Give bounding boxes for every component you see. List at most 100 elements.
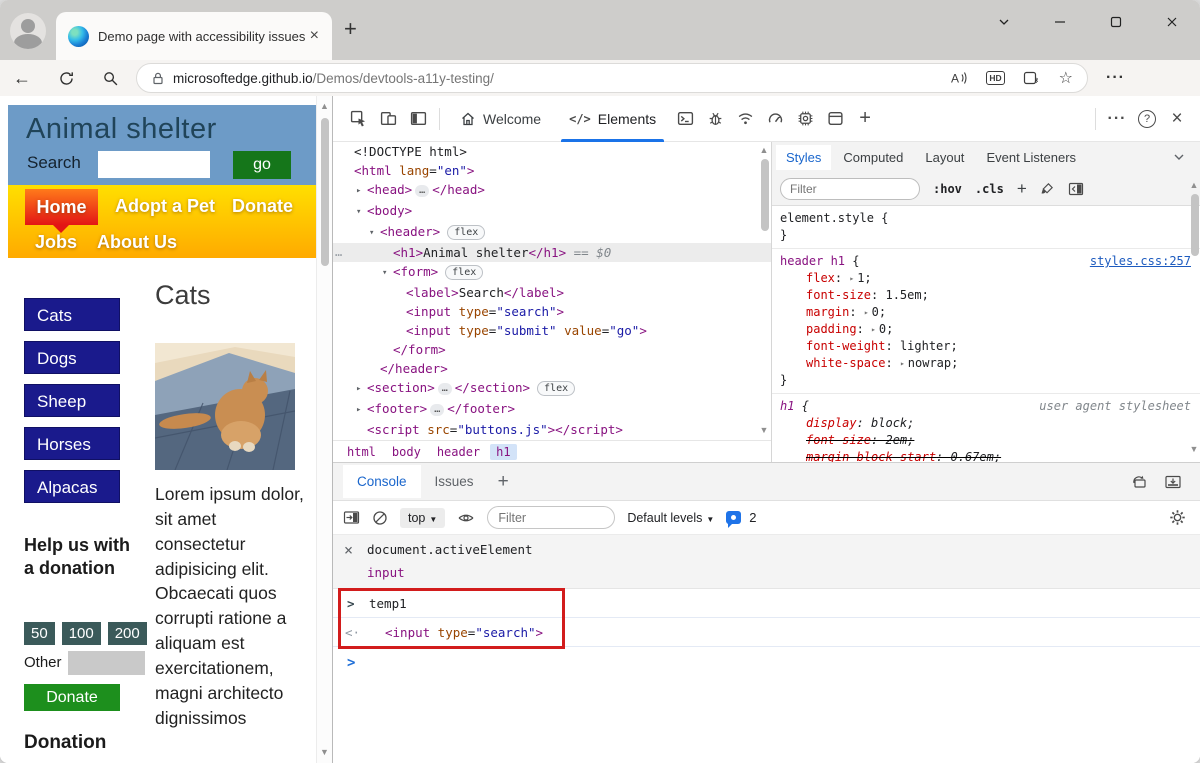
search-icon[interactable] [88,70,132,87]
amount-100-button[interactable]: 100 [62,622,101,645]
tab-issues[interactable]: Issues [421,465,488,498]
address-bar[interactable]: microsoftedge.github.io/Demos/devtools-a… [136,63,1088,93]
console-settings-gear-icon[interactable] [1169,509,1186,526]
console-filter-input[interactable] [487,506,615,529]
memory-chip-icon[interactable] [790,104,820,134]
dom-tree-node[interactable]: </header> [333,359,771,378]
class-toggle[interactable]: .cls [975,182,1004,196]
new-style-rule-icon[interactable]: + [1017,179,1027,199]
dom-tree-node[interactable]: ▾<form>flex [333,262,771,283]
dom-tree-node[interactable]: <label>Search</label> [333,283,771,302]
computed-sidebar-toggle-icon[interactable] [1068,182,1084,196]
context-selector[interactable]: top▼ [400,508,445,528]
rerun-drawer-icon[interactable] [1130,474,1148,490]
flex-badge[interactable]: flex [445,265,483,280]
dom-tree-node[interactable]: </form> [333,340,771,359]
breadcrumb-body[interactable]: body [386,444,427,460]
amount-50-button[interactable]: 50 [24,622,55,645]
flex-badge[interactable]: flex [537,381,575,396]
live-expression-eye-icon[interactable] [457,511,475,525]
collapse-arrow-icon[interactable]: ▾ [356,203,367,222]
hd-badge-icon[interactable]: HD [986,71,1004,85]
elements-scrollbar-thumb[interactable] [761,159,769,231]
tab-computed[interactable]: Computed [833,145,913,170]
devtools-help-icon[interactable]: ? [1132,104,1162,134]
tab-elements[interactable]: </> Elements [555,96,670,142]
breadcrumb-html[interactable]: html [341,444,382,460]
scroll-up-icon[interactable]: ▲ [757,145,771,155]
console-prompt-icon[interactable]: > [347,655,355,671]
dock-side-icon[interactable] [403,104,433,134]
chevron-down-icon[interactable] [1173,151,1185,163]
debugger-bug-icon[interactable] [700,104,730,134]
clear-console-icon[interactable] [372,510,388,526]
amount-200-button[interactable]: 200 [108,622,147,645]
other-amount-input[interactable] [68,651,145,675]
css-selector[interactable]: element.style [780,211,874,225]
hidden-messages-icon[interactable] [726,511,741,524]
css-property[interactable]: flex: ▸1; [780,270,1193,287]
page-scrollbar[interactable]: ▲ ▼ [316,96,332,763]
collapse-arrow-icon[interactable]: ▾ [382,264,393,283]
result-element[interactable]: <input type="search"> [385,618,543,647]
dom-tree-node[interactable]: ▾<header>flex [333,222,771,243]
expand-arrow-icon[interactable]: ▸ [356,182,367,201]
device-emulation-icon[interactable] [373,104,403,134]
page-scrollbar-thumb[interactable] [321,118,329,266]
scroll-down-icon[interactable]: ▼ [317,747,332,757]
dock-drawer-icon[interactable] [1164,474,1182,490]
back-icon[interactable]: ← [0,69,44,87]
inspect-icon[interactable] [343,104,373,134]
pseudo-state-toggle[interactable]: :hov [933,182,962,196]
console-panel-icon[interactable] [670,104,700,134]
application-icon[interactable] [820,104,850,134]
css-property[interactable]: font-weight: lighter; [780,338,1193,355]
rendering-brush-icon[interactable] [1040,181,1055,196]
dom-tree-node[interactable]: <input type="submit" value="go"> [333,321,771,340]
styles-scrollbar[interactable]: ▲ ▼ [1187,174,1200,462]
tab-event-listeners[interactable]: Event Listeners [976,145,1086,170]
scroll-down-icon[interactable]: ▼ [1187,444,1200,454]
dom-tree-node[interactable]: <script src="buttons.js"></script> [333,420,771,439]
breadcrumb-h1[interactable]: h1 [490,444,516,460]
styles-scrollbar-thumb[interactable] [1191,194,1199,256]
dom-tree-node[interactable]: <input type="search"> [333,302,771,321]
performance-icon[interactable] [760,104,790,134]
stylesheet-link[interactable]: styles.css:257 [1090,253,1191,270]
immersive-reader-icon[interactable] [1023,70,1041,86]
css-property[interactable]: margin: ▸0; [780,304,1193,321]
profile-avatar[interactable] [10,13,46,49]
refresh-icon[interactable] [44,70,88,87]
dom-tree-node[interactable]: <!DOCTYPE html> [333,142,771,161]
node-options-dots-icon[interactable]: … [335,243,342,262]
devtools-more-icon[interactable]: ··· [1102,104,1132,134]
expand-arrow-icon[interactable]: ▸ [356,380,367,399]
window-menu-chevron-icon[interactable] [976,15,1032,29]
favorite-star-icon[interactable]: ☆ [1059,68,1073,88]
css-property[interactable]: font-size: 1.5em; [780,287,1193,304]
nav-adopt[interactable]: Adopt a Pet [115,196,215,217]
alpacas-button[interactable]: Alpacas [24,470,120,503]
css-selector[interactable]: h1 [780,399,794,413]
read-aloud-icon[interactable]: A [950,70,968,86]
scroll-down-icon[interactable]: ▼ [757,425,771,435]
tab-styles[interactable]: Styles [776,145,831,170]
new-tab-button[interactable]: + [344,18,357,40]
sheep-button[interactable]: Sheep [24,384,120,417]
live-expression-block[interactable]: × document.activeElement input [333,535,1200,589]
dom-tree-node[interactable]: ▸<head>…</head> [333,180,771,201]
scroll-up-icon[interactable]: ▲ [1187,180,1200,190]
elements-scrollbar[interactable]: ▲ ▼ [757,142,771,440]
css-property[interactable]: margin-block-start: 0.67em; [780,449,1193,462]
go-button[interactable]: go [233,151,291,179]
tab-console[interactable]: Console [343,465,421,498]
nav-home[interactable]: Home [25,189,98,225]
console-command-row[interactable]: > temp1 [333,589,1200,618]
remove-live-expression-icon[interactable]: × [344,541,353,559]
nav-donate[interactable]: Donate [232,196,293,217]
add-drawer-tab-icon[interactable]: + [498,471,509,493]
maximize-icon[interactable] [1088,15,1144,29]
dom-tree-node[interactable]: ▸<section>…</section>flex [333,378,771,399]
styles-filter-input[interactable] [780,178,920,200]
cats-button[interactable]: Cats [24,298,120,331]
